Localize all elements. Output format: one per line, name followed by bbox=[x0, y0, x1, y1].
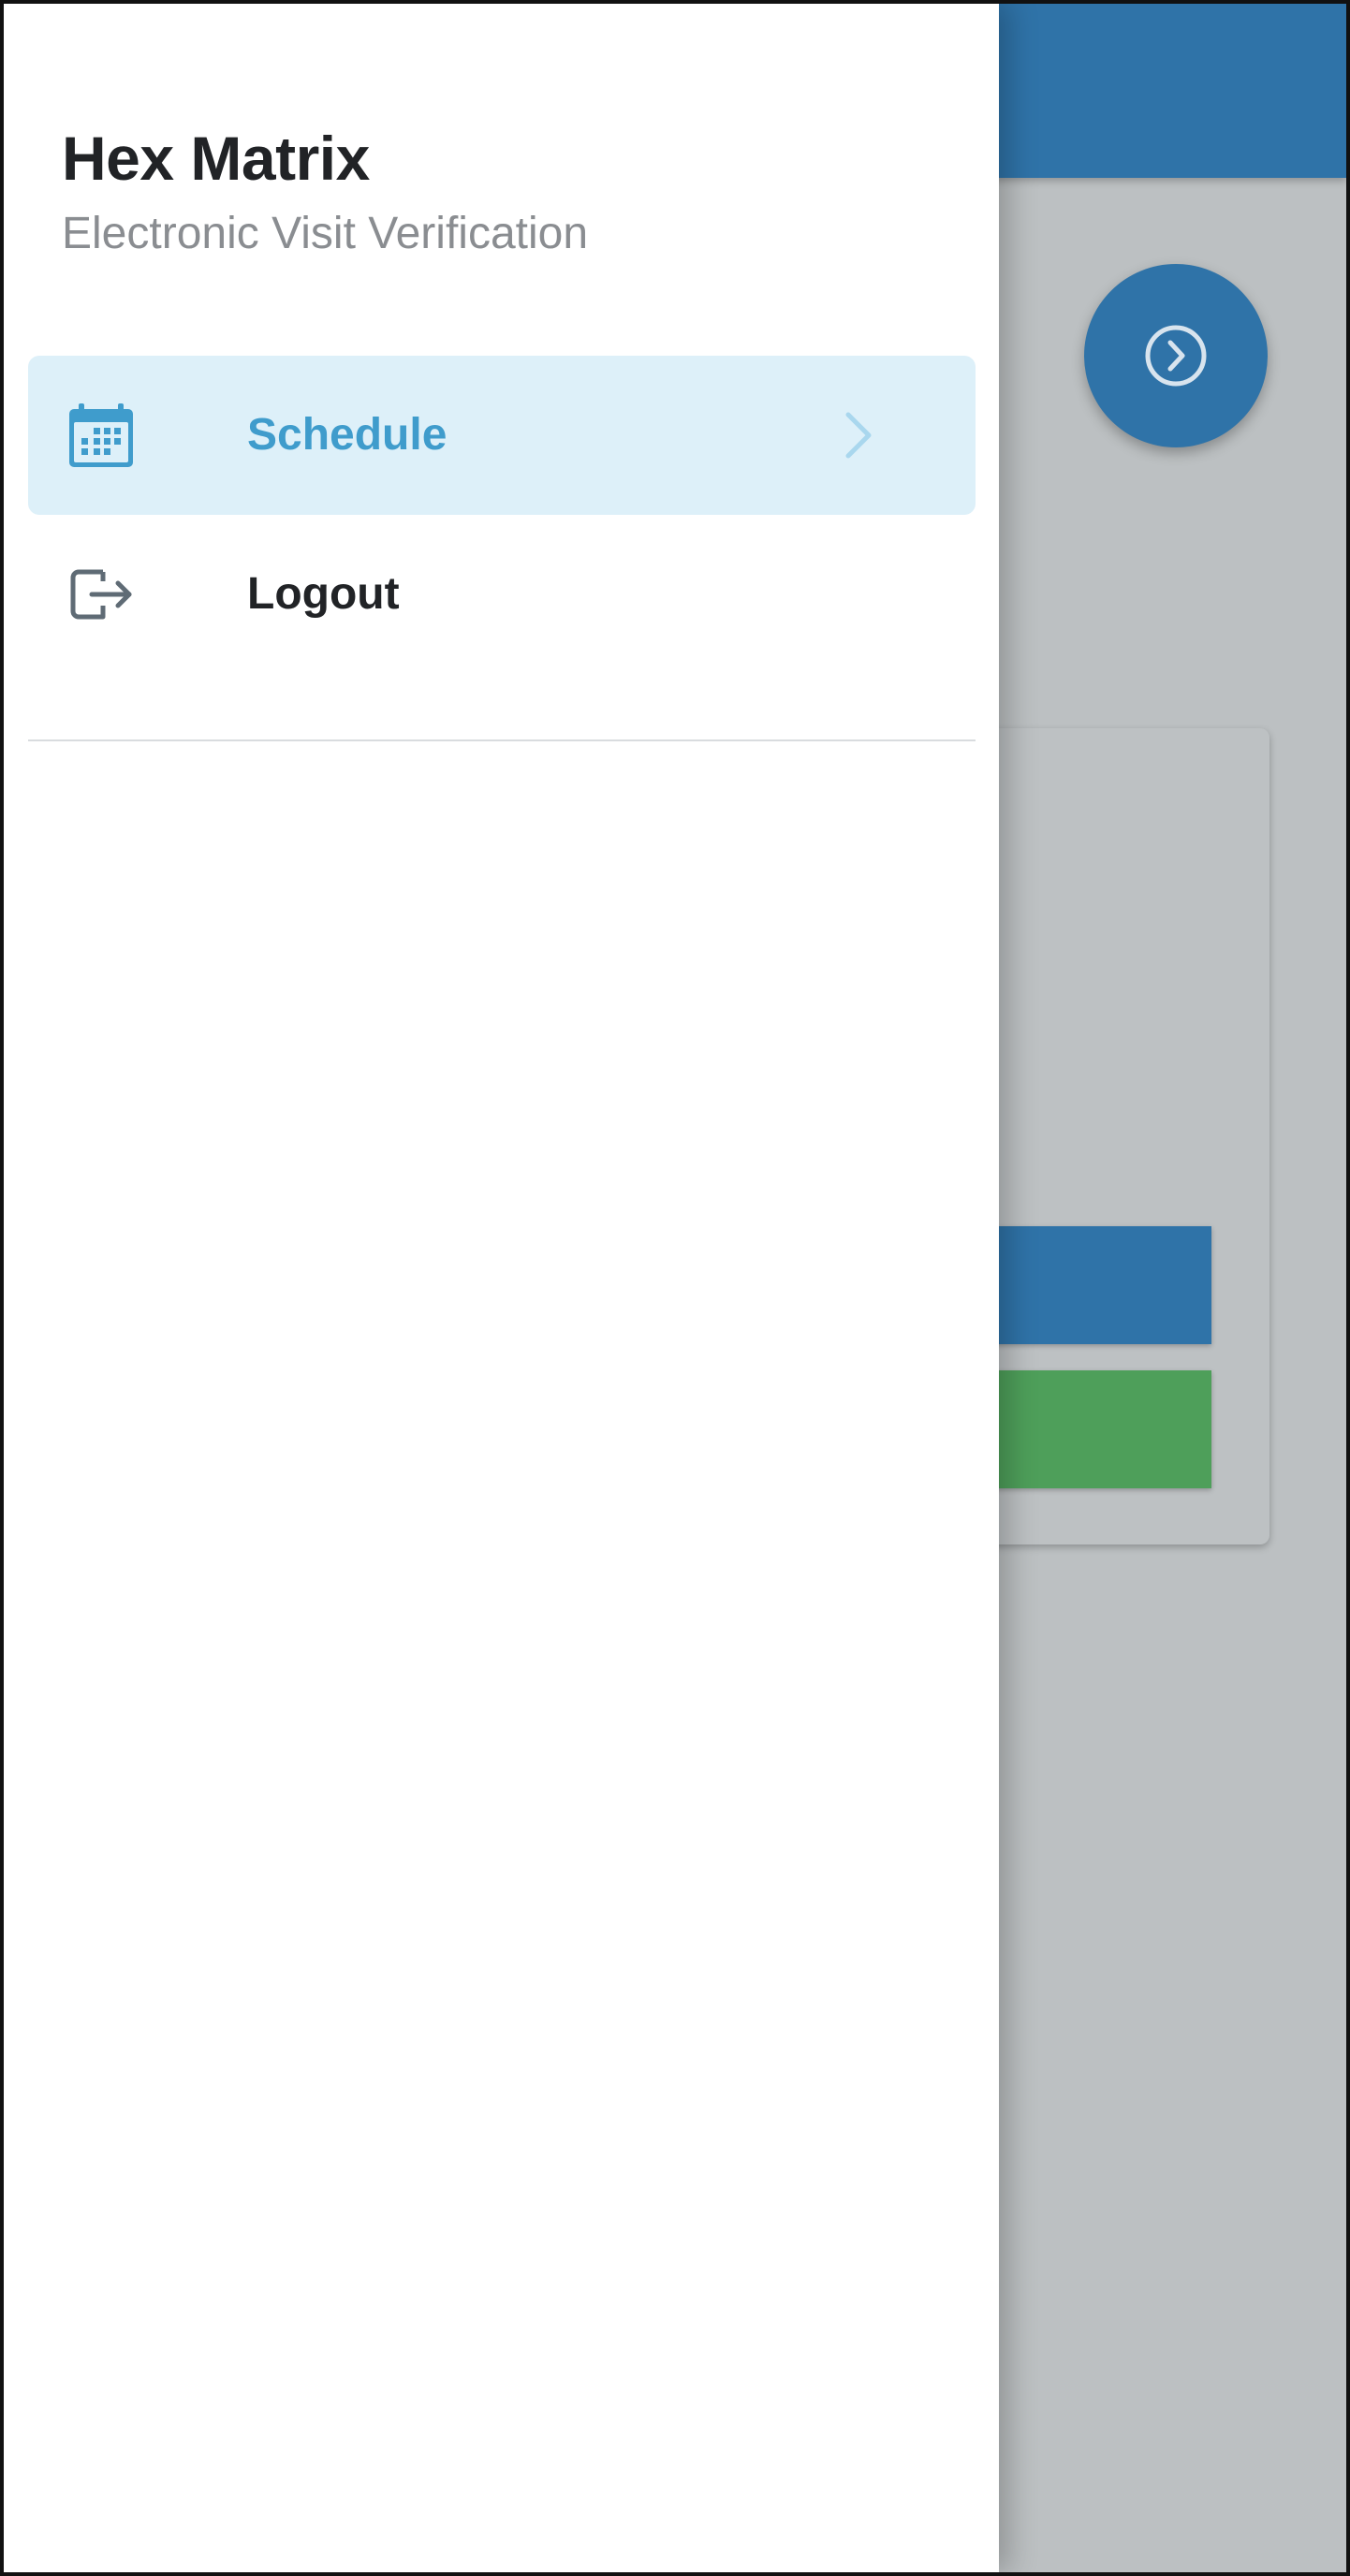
drawer-divider bbox=[28, 739, 976, 741]
logout-icon bbox=[64, 557, 139, 632]
app-subtitle: Electronic Visit Verification bbox=[62, 209, 589, 258]
menu-item-logout[interactable]: Logout bbox=[28, 515, 976, 674]
next-fab-button[interactable] bbox=[1084, 264, 1268, 447]
menu-item-label: Logout bbox=[247, 569, 400, 619]
screen: Hex Matrix Electronic Visit Verification bbox=[0, 0, 1350, 2576]
chevron-right-circle-icon bbox=[1145, 325, 1207, 387]
drawer-header: Hex Matrix Electronic Visit Verification bbox=[62, 127, 588, 256]
calendar-icon bbox=[64, 398, 139, 473]
menu-item-label: Schedule bbox=[247, 410, 448, 460]
menu-item-schedule[interactable]: Schedule bbox=[28, 356, 976, 515]
chevron-right-icon bbox=[845, 412, 872, 459]
app-title: Hex Matrix bbox=[62, 124, 370, 193]
drawer-menu: Schedule Logout bbox=[28, 356, 976, 674]
navigation-drawer: Hex Matrix Electronic Visit Verification bbox=[4, 4, 999, 2572]
